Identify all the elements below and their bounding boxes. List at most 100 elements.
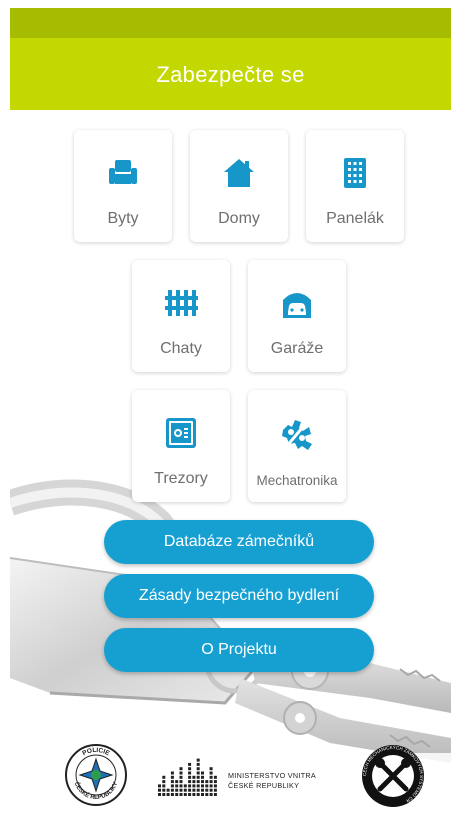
ministry-logo-dot — [162, 793, 166, 796]
ministry-logo-dot — [188, 780, 192, 784]
ministry-logo-dot — [188, 762, 192, 766]
ministry-logo-dot — [175, 788, 179, 792]
ministry-logo-dot — [183, 793, 187, 796]
ministry-logo-dot — [170, 780, 174, 784]
ministry-logo-dot — [209, 767, 213, 771]
fence-icon — [132, 286, 230, 320]
safe-icon — [132, 416, 230, 450]
ministry-logo-dot — [175, 793, 179, 796]
tile-label: Byty — [107, 210, 139, 227]
tile-label: Chaty — [160, 340, 202, 357]
app-bar: Zabezpečte se — [10, 38, 451, 110]
ministry-logo-dot — [162, 775, 166, 779]
ministry-logo-dot — [179, 788, 183, 792]
ministry-logo-dot — [179, 784, 183, 788]
ministry-logo-dot — [213, 788, 217, 792]
ministry-logo-dot — [209, 784, 213, 788]
ministry-logo-dot — [170, 788, 174, 792]
tile-garaze[interactable]: Garáže — [248, 260, 346, 372]
ministry-logo-dot — [188, 793, 192, 796]
ministry-name: MINISTERSTVO VNITRA ČESKÉ REPUBLIKY — [228, 771, 316, 791]
apartment-building-icon — [306, 156, 404, 190]
tile-label: Panelák — [326, 210, 384, 227]
ministry-logo-dot — [192, 793, 196, 796]
ministry-logo-dot — [209, 780, 213, 784]
ministry-logo-dot — [170, 793, 174, 796]
tile-panelak[interactable]: Panelák — [306, 130, 404, 242]
ministry-logo-dot — [158, 784, 161, 788]
ministry-logo-dot — [188, 767, 192, 771]
ministry-logo-dot — [183, 788, 187, 792]
garage-icon — [248, 286, 346, 320]
ministry-logo-dot — [209, 771, 213, 775]
tile-trezory[interactable]: Trezory — [132, 390, 230, 502]
ministry-logo-dot — [209, 793, 213, 796]
ministry-logo-dot — [196, 793, 200, 796]
tile-label: Mechatronika — [256, 473, 338, 488]
ministry-logo-dot — [196, 780, 200, 784]
ministry-logo-dot — [196, 767, 200, 771]
ministry-logo-dot — [175, 780, 179, 784]
ministry-logo-dot — [179, 767, 183, 771]
ministry-logo-dot — [213, 784, 217, 788]
status-bar — [10, 8, 451, 38]
ministry-logo-dot — [201, 771, 204, 775]
police-logo-icon: POLICIE ČESKÉ REPUBLIKY — [65, 744, 127, 806]
ministry-logo-dot — [196, 784, 200, 788]
tile-label: Domy — [218, 210, 260, 227]
ministry-logo-dot — [188, 771, 192, 775]
ministry-logo-dot — [192, 784, 196, 788]
ministry-line-1: MINISTERSTVO VNITRA — [228, 771, 316, 780]
ministry-logo-icon — [158, 758, 217, 796]
ministry-logo-dot — [170, 784, 174, 788]
ministry-logo-dot — [196, 771, 200, 775]
ministry-logo-dot — [209, 788, 213, 792]
ministry-logo-dot — [183, 784, 187, 788]
ministry-logo-dot — [158, 788, 161, 792]
ministry-line-2: ČESKÉ REPUBLIKY — [228, 781, 300, 790]
tile-byty[interactable]: Byty — [74, 130, 172, 242]
tile-domy[interactable]: Domy — [190, 130, 288, 242]
ministry-logo-dot — [201, 788, 204, 792]
ministry-logo-dot — [158, 793, 161, 796]
armchair-icon — [74, 156, 172, 190]
ministry-logo-dot — [205, 788, 209, 792]
ministry-logo-dot — [205, 793, 209, 796]
database-locksmiths-button[interactable]: Databáze zámečníků — [104, 520, 374, 564]
ministry-logo-dot — [188, 775, 192, 779]
ministry-logo-dot — [201, 784, 204, 788]
ministry-logo-dot — [170, 775, 174, 779]
ministry-logo-dot — [196, 788, 200, 792]
page-title: Zabezpečte se — [156, 62, 305, 87]
ministry-logo-dot — [175, 784, 179, 788]
ministry-logo-dot — [179, 775, 183, 779]
tile-label: Trezory — [154, 470, 208, 487]
ministry-logo-dot — [205, 780, 209, 784]
ministry-logo-dot — [213, 775, 217, 779]
ministry-logo-dot — [179, 793, 183, 796]
ministry-logo-dot — [192, 788, 196, 792]
ministry-logo-dot — [209, 775, 213, 779]
ministry-logo-dot — [166, 793, 170, 796]
ministry-logo-dot — [196, 762, 200, 766]
gears-icon — [248, 416, 346, 450]
ministry-logo-dot — [188, 784, 192, 788]
tile-label: Garáže — [270, 340, 324, 357]
ministry-logo-dot — [196, 758, 200, 762]
ministry-logo-dot — [201, 793, 204, 796]
ministry-logo-dot — [213, 793, 217, 796]
tile-mechatronika[interactable]: Mechatronika — [248, 390, 346, 502]
ministry-logo-dot — [179, 771, 183, 775]
ministry-logo-dot — [162, 784, 166, 788]
ministry-logo-dot — [201, 780, 204, 784]
ministry-logo-dot — [213, 780, 217, 784]
ministry-logo-dot — [170, 771, 174, 775]
about-project-button[interactable]: O Projektu — [104, 628, 374, 672]
app-screen: Zabezpečte se Byty Domy Panelák Chaty Ga… — [10, 8, 451, 823]
ministry-logo-dot — [162, 780, 166, 784]
ministry-logo-dot — [166, 788, 170, 792]
tile-chaty[interactable]: Chaty — [132, 260, 230, 372]
safe-living-rules-button[interactable]: Zásady bezpečného bydlení — [104, 574, 374, 618]
locksmith-guild-logo-icon: CECH MECHANICKÝCH ZÁMKOVÝCH SYSTÉMŮ ČR — [362, 744, 424, 807]
ministry-logo-dot — [179, 780, 183, 784]
